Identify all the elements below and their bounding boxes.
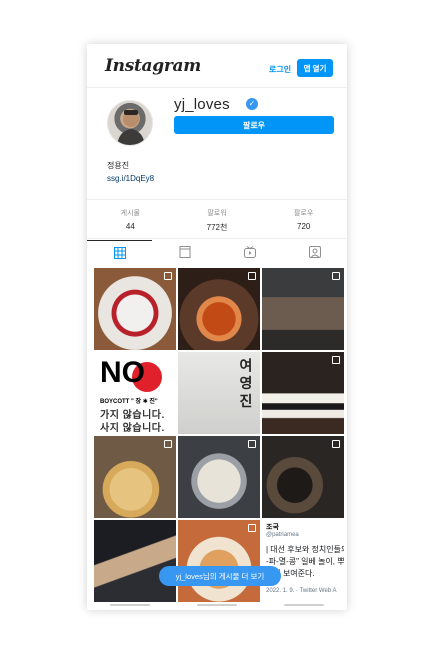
stat-posts: 게시물 44 xyxy=(87,200,174,238)
feed-icon xyxy=(179,246,190,258)
indicator-bar xyxy=(283,604,324,606)
login-link[interactable]: 로그인 xyxy=(269,64,291,75)
multiple-photos-icon xyxy=(332,440,340,448)
tweet-author-name: 조국 xyxy=(266,524,279,531)
profile-avatar[interactable] xyxy=(107,100,153,146)
post-tile[interactable] xyxy=(262,352,344,434)
tweet-line-1: | 대선 후보와 정치인들의 xyxy=(266,545,344,554)
post-tile[interactable] xyxy=(94,436,176,518)
post-tile[interactable] xyxy=(94,520,176,602)
profile-tabs xyxy=(87,240,347,264)
boycott-no-text: NO xyxy=(100,356,145,389)
boycott-line-2: 사지 않습니다. xyxy=(100,423,165,434)
indicator-bar xyxy=(196,604,237,606)
multiple-photos-icon xyxy=(332,356,340,364)
post-tile-vertical-text[interactable]: 여 영 진 xyxy=(178,352,260,434)
multiple-photos-icon xyxy=(248,524,256,532)
open-app-button[interactable]: 앱 열기 xyxy=(297,59,333,77)
grid-icon xyxy=(113,246,126,259)
verified-badge-icon: ✓ xyxy=(246,98,258,110)
tab-grid[interactable] xyxy=(87,240,152,264)
tab-tagged[interactable] xyxy=(282,240,347,264)
tab-feed[interactable] xyxy=(152,240,217,264)
bottom-indicator xyxy=(87,600,347,610)
post-tile-boycott[interactable]: NO BOYCOTT " 장 ✱ 진" 가지 않습니다. 사지 않습니다. xyxy=(94,352,176,434)
post-tile-tweet[interactable]: 조국 @patriamea | 대선 후보와 정치인들의 -파-멸-콩" 일베 … xyxy=(262,520,344,602)
stat-label: 게시물 xyxy=(120,210,140,217)
multiple-photos-icon xyxy=(164,440,172,448)
post-tile[interactable] xyxy=(262,436,344,518)
multiple-photos-icon xyxy=(332,272,340,280)
multiple-photos-icon xyxy=(248,440,256,448)
tweet-meta: 2022. 1. 9. · Twitter Web A xyxy=(266,588,337,594)
tweet-author-handle: @patriamea xyxy=(266,532,299,538)
stat-label: 팔로워 xyxy=(207,210,227,217)
multiple-photos-icon xyxy=(248,272,256,280)
post-tile[interactable] xyxy=(178,520,260,602)
post-tile[interactable] xyxy=(94,268,176,350)
profile-username: yj_loves xyxy=(174,96,230,113)
stat-followers[interactable]: 팔로워 772천 xyxy=(174,200,261,238)
stat-value: 720 xyxy=(297,222,311,231)
posts-grid: NO BOYCOTT " 장 ✱ 진" 가지 않습니다. 사지 않습니다. 여 … xyxy=(94,268,344,602)
stat-value: 44 xyxy=(125,222,135,231)
tagged-icon xyxy=(308,246,321,258)
tweet-line-2: -파-멸-콩" 일베 놀이, 뿌 xyxy=(266,557,344,566)
indicator-bar xyxy=(110,604,151,606)
boycott-title: BOYCOTT " 장 ✱ 진" xyxy=(100,399,158,405)
follow-button[interactable]: 팔로우 xyxy=(174,116,334,134)
stat-label: 팔로우 xyxy=(294,210,314,217)
instagram-logo[interactable]: Instagram xyxy=(105,56,201,76)
stat-following[interactable]: 팔로우 720 xyxy=(260,200,347,238)
igtv-icon xyxy=(243,246,256,258)
profile-bio-link[interactable]: ssg.i/1DqEy8 xyxy=(107,174,154,183)
see-more-posts-button[interactable]: yj_loves님의 게시물 더 보기 xyxy=(159,566,281,586)
phone-screen: Instagram 로그인 앱 열기 yj_loves ✓ 팔로우 정용진 ss… xyxy=(87,44,347,610)
multiple-photos-icon xyxy=(164,272,172,280)
vertical-text: 여 영 진 xyxy=(238,358,254,408)
post-tile[interactable] xyxy=(178,436,260,518)
tab-igtv[interactable] xyxy=(217,240,282,264)
post-tile[interactable] xyxy=(178,268,260,350)
stat-value: 772천 xyxy=(206,223,228,232)
top-bar: Instagram 로그인 앱 열기 xyxy=(87,44,347,88)
profile-full-name: 정용진 xyxy=(107,161,130,170)
profile-stats: 게시물 44 팔로워 772천 팔로우 720 xyxy=(87,199,347,239)
post-tile[interactable] xyxy=(262,268,344,350)
